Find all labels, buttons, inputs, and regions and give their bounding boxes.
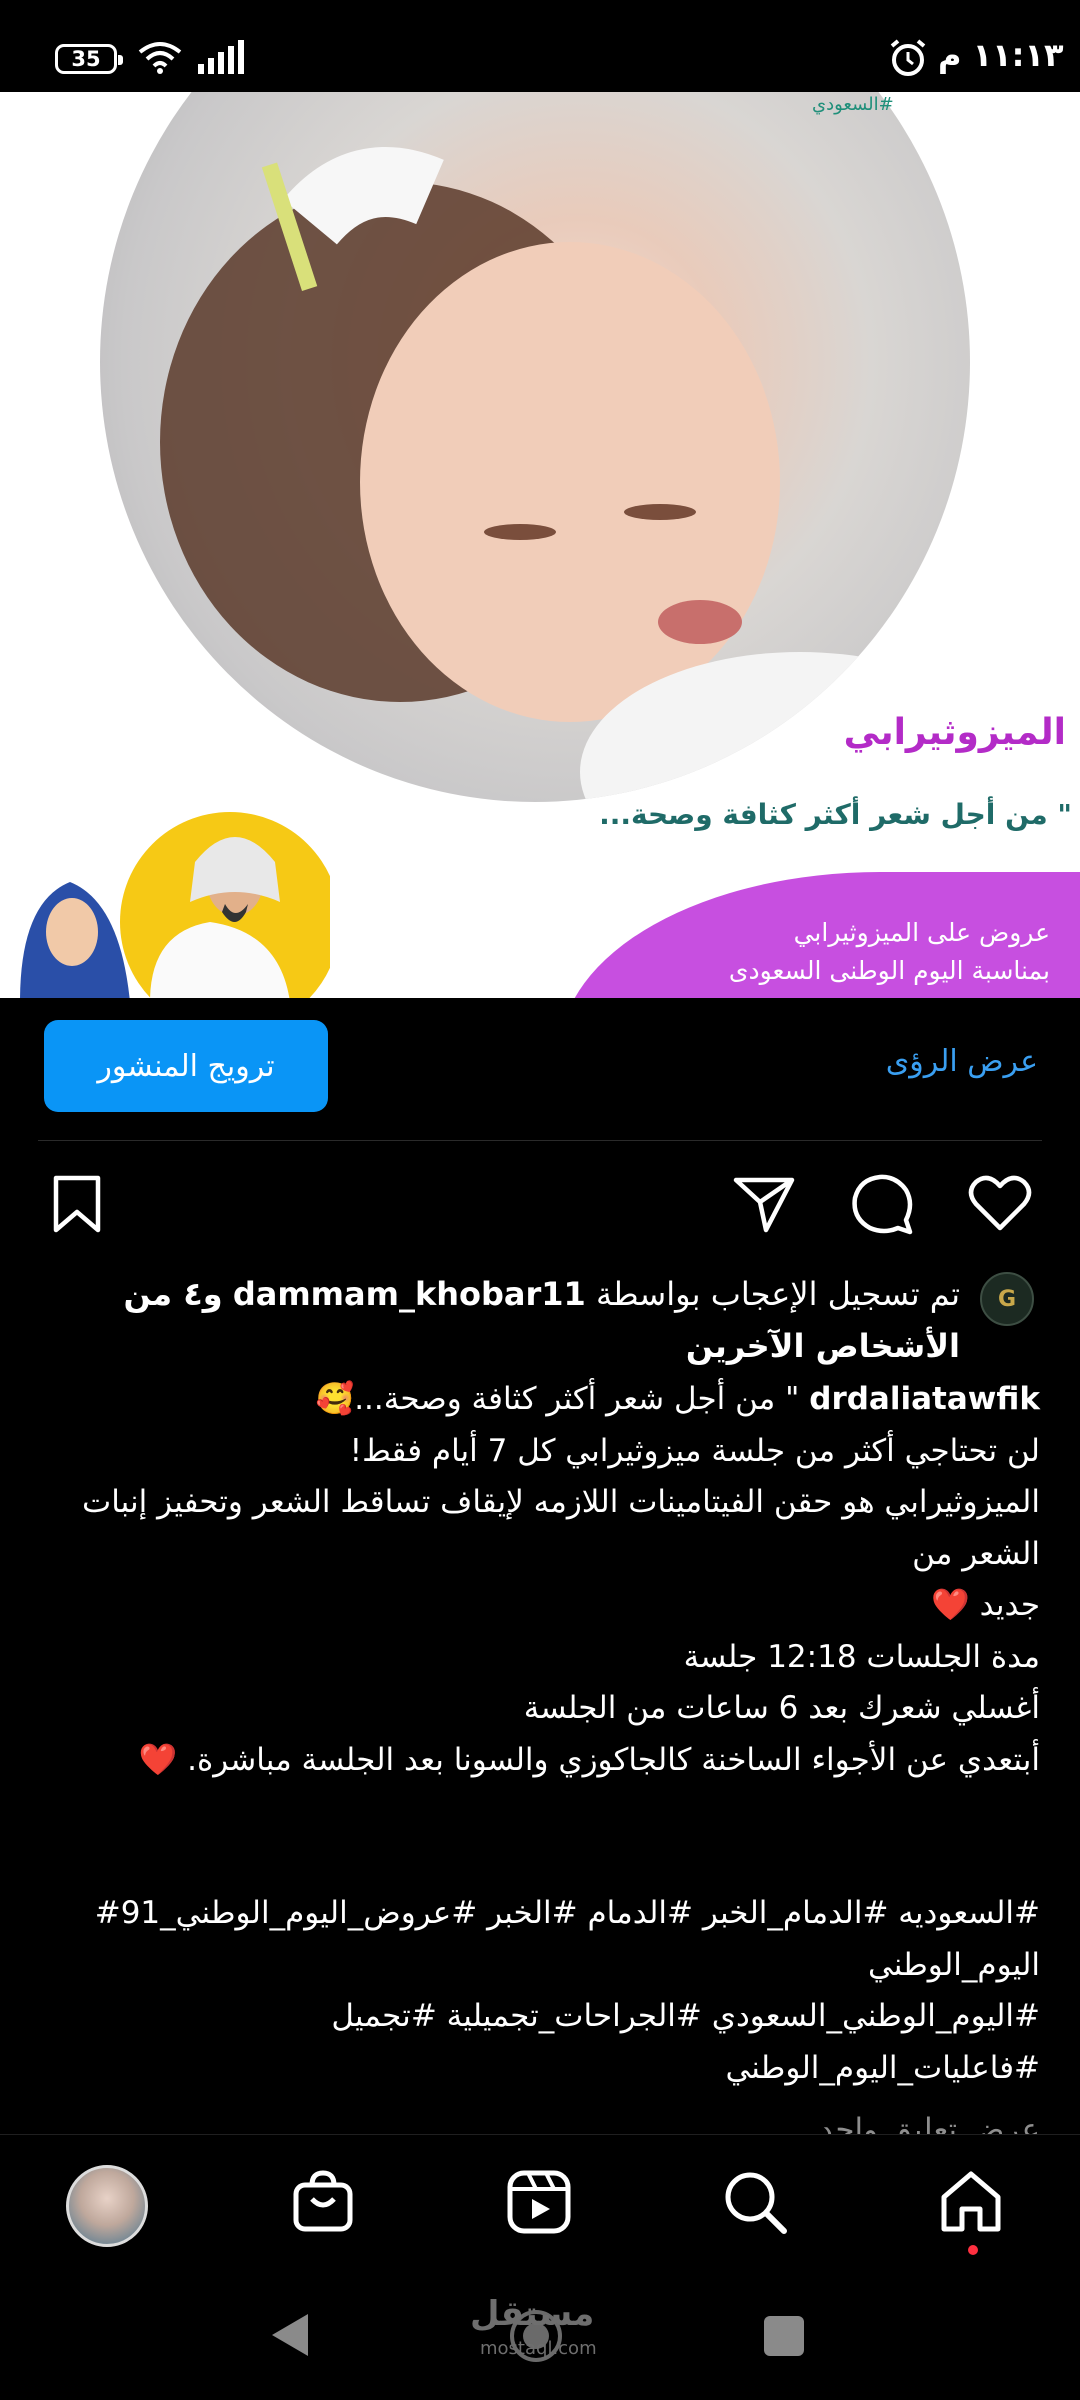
caption-line: أغسلي شعرك بعد 6 ساعات من الجلسة	[523, 1690, 1040, 1726]
bookmark-icon[interactable]	[50, 1174, 104, 1234]
offer-text: عروض على الميزوثيرابي بمناسبة اليوم الوط…	[729, 914, 1050, 990]
promote-post-button[interactable]: ترويج المنشور	[44, 1020, 328, 1112]
liker-username[interactable]: dammam_khobar11	[233, 1275, 586, 1313]
brand-logo-text: #السعودي	[812, 94, 894, 115]
hashtags[interactable]: #السعوديه #الدمام_الخبر #الدمام #الخبر #…	[40, 1888, 1040, 2094]
clock: ١١:١٣ م	[938, 36, 1064, 74]
back-icon[interactable]	[268, 2310, 312, 2360]
post-image[interactable]: #السعودي الميزوثيرابي " من أجل شعر أكثر …	[0, 92, 1080, 998]
status-bar: 35 ١١:١٣ م	[0, 0, 1080, 92]
heart-icon[interactable]	[968, 1174, 1032, 1234]
view-insights-link[interactable]: عرض الرؤى	[886, 1044, 1038, 1079]
liker-avatar[interactable]: G	[980, 1272, 1034, 1326]
post-image-title: الميزوثيرابي	[843, 712, 1066, 753]
comment-icon[interactable]	[850, 1174, 914, 1236]
people-illustration	[20, 812, 330, 998]
shop-icon[interactable]	[290, 2169, 356, 2235]
wifi-icon	[138, 42, 182, 74]
likes-summary[interactable]: تم تسجيل الإعجاب بواسطة dammam_khobar11 …	[100, 1268, 960, 1372]
offer-line-2: بمناسبة اليوم الوطنى السعودى	[728, 956, 1050, 985]
reels-icon[interactable]	[506, 2169, 572, 2235]
caption-line: " من أجل شعر أكثر كثافة وصحة...🥰	[315, 1381, 800, 1417]
hashtag-line[interactable]: #السعوديه #الدمام_الخبر #الدمام #الخبر #…	[40, 1888, 1040, 1991]
caption-username[interactable]: drdaliatawfik	[809, 1381, 1040, 1417]
post-photo	[100, 92, 970, 802]
alarm-icon	[890, 39, 926, 76]
caption-line: لن تحتاجي أكثر من جلسة ميزوثيرابي كل 7 أ…	[349, 1432, 1040, 1469]
post-caption: drdaliatawfik " من أجل شعر أكثر كثافة وص…	[40, 1374, 1040, 1786]
home-icon[interactable]	[938, 2169, 1004, 2235]
likes-prefix: تم تسجيل الإعجاب بواسطة	[595, 1275, 960, 1313]
android-nav-bar: مستقل mostaql.com	[0, 2274, 1080, 2400]
battery-icon: 35	[55, 44, 123, 74]
woman-photo-illustration	[160, 147, 970, 802]
watermark-logo: مستقل	[470, 2294, 595, 2334]
view-comments-link[interactable]: عرض تعليق واحد	[819, 2112, 1040, 2136]
caption-line: مدة الجلسات 12:18 جلسة	[683, 1638, 1040, 1675]
notification-dot	[968, 2245, 978, 2255]
post-image-subtitle: " من أجل شعر أكثر كثافة وصحة...	[599, 798, 1072, 831]
recents-icon[interactable]	[762, 2314, 806, 2358]
caption-line: جديد ❤️	[931, 1587, 1040, 1623]
share-icon[interactable]	[732, 1174, 796, 1234]
caption-line: الميزوثيرابي هو حقن الفيتامينات اللازمه …	[82, 1484, 1040, 1572]
offer-line-1: عروض على الميزوثيرابي	[793, 918, 1050, 947]
caption-line: أبتعدي عن الأجواء الساخنة كالجاكوزي والس…	[138, 1741, 1040, 1778]
divider	[38, 1140, 1042, 1141]
search-icon[interactable]	[722, 2169, 788, 2235]
profile-avatar[interactable]	[66, 2165, 148, 2247]
hashtag-line[interactable]: #اليوم_الوطني_السعودي #الجراحات_تجميلية …	[40, 1991, 1040, 2094]
watermark-url: mostaql.com	[480, 2338, 597, 2359]
signal-icon	[198, 40, 244, 74]
bottom-nav	[0, 2134, 1080, 2275]
